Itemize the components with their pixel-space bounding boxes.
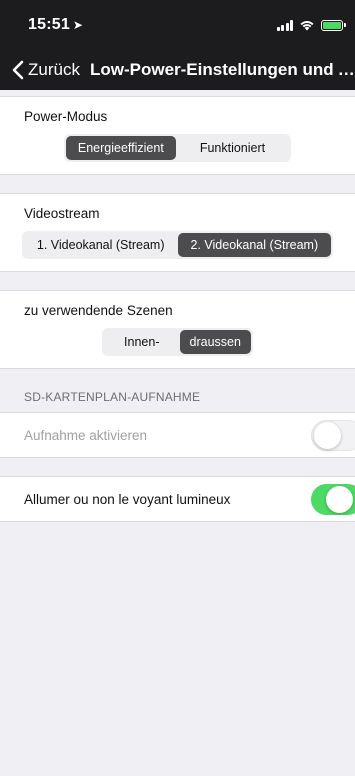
- power-mode-option-energy-efficient[interactable]: Energieeffizient: [65, 136, 176, 160]
- screen: 15:51 ➤ Zurück Low-Power-Einstellungen u: [0, 0, 355, 776]
- status-bar: 15:51 ➤: [0, 0, 355, 50]
- indicator-light-label: Allumer ou non le voyant lumineux: [24, 491, 231, 507]
- wifi-icon: [300, 21, 314, 31]
- power-mode-segmented-control: Energieeffizient Funktioniert: [63, 134, 292, 162]
- toggle-knob: [326, 485, 353, 513]
- status-icons: [276, 19, 346, 31]
- battery-icon: [321, 19, 346, 31]
- videostream-label: Videostream: [24, 206, 100, 221]
- navigation-bar: Zurück Low-Power-Einstellungen und Aufna…: [0, 50, 355, 90]
- scenes-label: zu verwendende Szenen: [24, 303, 173, 318]
- scenes-segmented-control: Innen- draussen: [102, 328, 253, 356]
- power-mode-section: Power-Modus Energieeffizient Funktionier…: [0, 96, 355, 175]
- power-mode-label: Power-Modus: [24, 109, 108, 124]
- videostream-segmented-control: 1. Videokanal (Stream) 2. Videokanal (St…: [21, 231, 334, 259]
- scenes-option-outdoor[interactable]: draussen: [179, 330, 251, 354]
- back-label: Zurück: [28, 60, 80, 79]
- scenes-section: zu verwendende Szenen Innen- draussen: [0, 290, 355, 369]
- videostream-option-channel-1[interactable]: 1. Videokanal (Stream): [24, 233, 178, 257]
- indicator-light-row: Allumer ou non le voyant lumineux: [0, 477, 355, 521]
- sd-card-section-header: SD-KARTENPLAN-AUFNAHME: [24, 390, 201, 404]
- scenes-option-indoor[interactable]: Innen-: [104, 330, 179, 354]
- videostream-section: Videostream 1. Videokanal (Stream) 2. Vi…: [0, 193, 355, 272]
- record-enable-label: Aufnahme aktivieren: [24, 427, 148, 443]
- power-mode-option-functioning[interactable]: Funktioniert: [176, 136, 289, 160]
- record-enable-row: Aufnahme aktivieren: [0, 413, 355, 457]
- videostream-option-channel-2[interactable]: 2. Videokanal (Stream): [177, 233, 332, 257]
- page-title: Low-Power-Einstellungen und Aufnahme: [89, 60, 355, 79]
- sd-card-section: Aufnahme aktivieren: [0, 412, 355, 458]
- indicator-light-toggle[interactable]: [311, 483, 355, 515]
- cellular-signal-icon: [276, 19, 293, 31]
- chevron-left-icon: [12, 60, 24, 80]
- indicator-section: Allumer ou non le voyant lumineux: [0, 476, 355, 522]
- status-time: 15:51: [28, 16, 70, 33]
- location-arrow-icon: ➤: [72, 18, 83, 32]
- toggle-knob: [314, 421, 341, 449]
- record-enable-toggle[interactable]: [311, 419, 355, 451]
- back-button[interactable]: Zurück: [12, 60, 80, 80]
